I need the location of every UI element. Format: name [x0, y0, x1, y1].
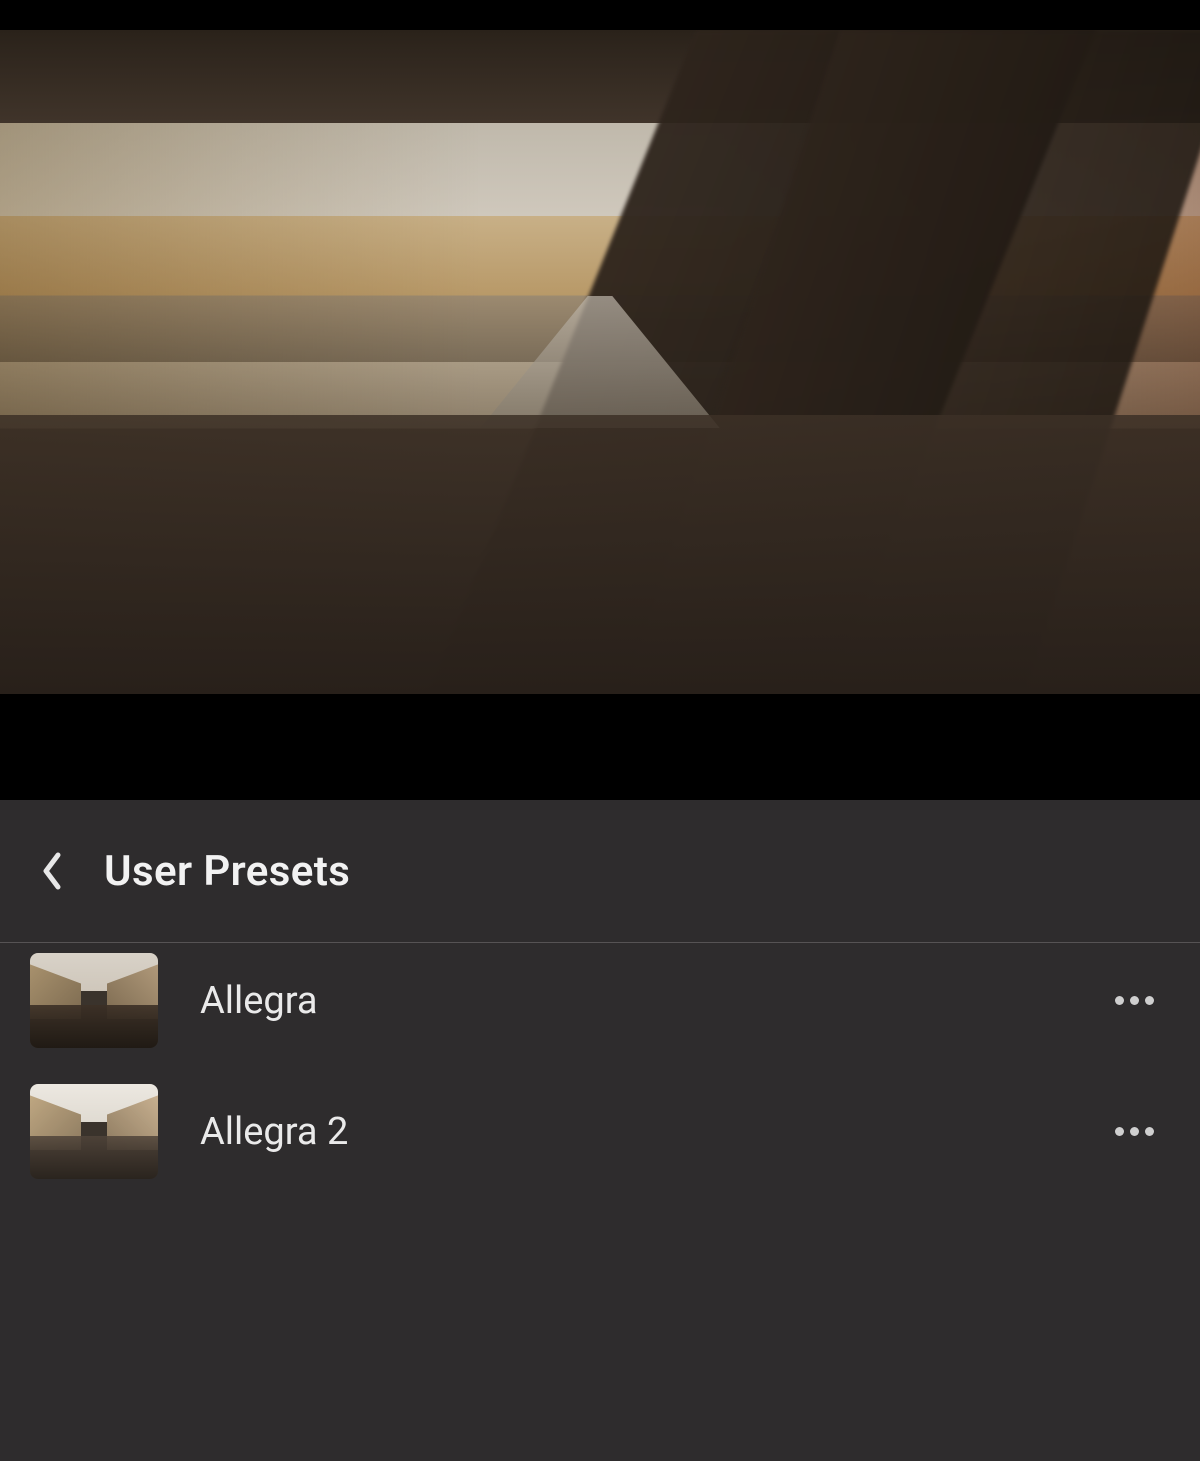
panel-header: User Presets [0, 800, 1200, 943]
preview-image[interactable] [0, 30, 1200, 694]
preset-item-allegra-2[interactable]: Allegra 2 [0, 1066, 1200, 1197]
back-button[interactable] [30, 849, 74, 893]
presets-panel: User Presets Allegra Allegra 2 [0, 800, 1200, 1461]
chevron-left-icon [40, 851, 64, 891]
panel-title: User Presets [104, 847, 350, 896]
preset-more-button[interactable] [1106, 973, 1162, 1029]
preset-more-button[interactable] [1106, 1104, 1162, 1160]
preset-label: Allegra [200, 979, 1064, 1023]
preset-item-allegra[interactable]: Allegra [0, 943, 1200, 1066]
preset-thumbnail [30, 1084, 158, 1179]
photo-preview-area [0, 0, 1200, 800]
more-icon [1115, 1127, 1124, 1136]
more-icon [1115, 996, 1124, 1005]
preset-label: Allegra 2 [200, 1110, 1064, 1154]
preset-list[interactable]: Allegra Allegra 2 [0, 943, 1200, 1461]
preset-thumbnail [30, 953, 158, 1048]
